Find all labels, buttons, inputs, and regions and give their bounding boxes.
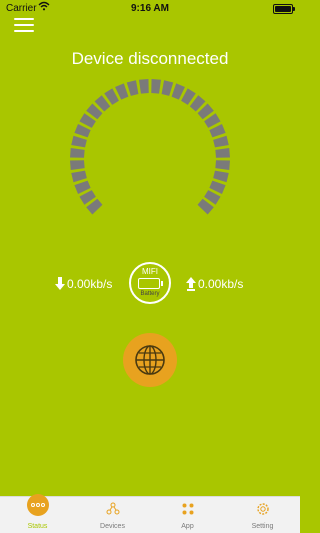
gauge-segment	[204, 190, 221, 205]
gauge-segment	[213, 135, 229, 148]
tab-setting-label: Setting	[251, 523, 274, 530]
gauge-segment	[94, 95, 111, 112]
gauge-segment	[126, 80, 139, 96]
gauge-segment	[74, 124, 91, 138]
status-icon	[26, 494, 49, 516]
status-bar: Carrier 9:16 AM	[0, 0, 300, 18]
tab-bar: Status Devices App Setting	[0, 494, 300, 533]
gauge-segment	[74, 180, 91, 194]
gauge-segment	[139, 79, 149, 94]
clock: 9:16 AM	[131, 3, 169, 14]
gauge-segment	[70, 160, 85, 170]
gauge-segment	[215, 148, 230, 158]
gauge-segment	[161, 80, 174, 96]
download-arrow-icon	[55, 277, 65, 290]
gear-icon	[256, 503, 269, 515]
device-name: MIFI	[142, 267, 158, 276]
battery-icon	[273, 4, 295, 14]
upload-speed: 0.00kb/s	[186, 277, 243, 291]
gauge-segment	[189, 95, 206, 112]
battery-badge[interactable]: MIFI Battery	[129, 262, 171, 304]
menu-icon[interactable]	[14, 16, 34, 34]
gauge-segment	[86, 103, 103, 120]
gauge-segment	[151, 79, 161, 94]
download-speed-value: 0.00kb/s	[67, 277, 113, 291]
gauge-segment	[209, 124, 226, 138]
gauge-segment	[70, 148, 85, 158]
tab-app[interactable]: App	[150, 497, 225, 533]
gauge-segment	[215, 160, 230, 170]
globe-icon	[135, 345, 165, 375]
download-speed: 0.00kb/s	[55, 277, 112, 291]
tab-status-label: Status	[27, 523, 48, 530]
gauge-segment	[213, 170, 229, 183]
tab-devices-label: Devices	[100, 523, 125, 530]
devices-icon	[106, 502, 119, 515]
gauge-segment	[115, 83, 129, 100]
gauge-segment	[71, 170, 87, 183]
tab-devices[interactable]: Devices	[75, 497, 150, 533]
gauge-segment	[197, 103, 214, 120]
gauge-segment	[86, 198, 103, 215]
battery-label: Battery	[140, 291, 160, 297]
tab-status[interactable]: Status	[0, 494, 75, 533]
gauge-segment	[204, 113, 221, 128]
gauge-segment	[79, 190, 96, 205]
connect-globe-button[interactable]	[123, 333, 177, 387]
gauge-segment	[104, 88, 119, 105]
gauge-segment	[209, 180, 226, 194]
upload-arrow-icon	[186, 277, 196, 291]
gauge-segment	[197, 198, 214, 215]
gauge-segment	[171, 83, 185, 100]
tab-app-label: App	[181, 523, 194, 530]
gauge-segment	[71, 135, 87, 148]
tab-setting[interactable]: Setting	[225, 497, 300, 533]
app-icon	[182, 503, 193, 515]
battery-level-icon	[138, 278, 160, 289]
upload-speed-value: 0.00kb/s	[198, 277, 244, 291]
gauge-segment	[181, 88, 196, 105]
page-title: Device disconnected	[71, 49, 229, 68]
gauge-segment	[79, 113, 96, 128]
